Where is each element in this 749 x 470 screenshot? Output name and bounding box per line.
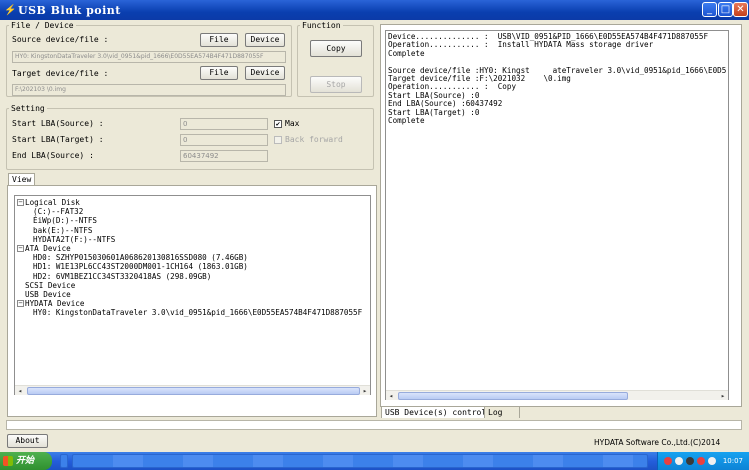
tree-category[interactable]: Logical Disk [25,198,80,207]
tray-icon-3[interactable] [686,457,694,465]
start-lba-source-label: Start LBA(Source) : [12,119,104,128]
stop-button[interactable]: Stop [310,76,362,93]
log-line: Operation........... : Install HYDATA Ma… [388,40,654,50]
source-file-button[interactable]: File [200,33,238,47]
title-bar: ⚡ USB Bluk point [0,0,749,20]
scroll-thumb[interactable] [27,387,360,395]
source-device-field[interactable]: HY0: KingstonDataTraveler 3.0\vid_0951&p… [12,51,286,63]
close-button[interactable]: ✕ [733,2,748,17]
tree-category[interactable]: SCSI Device [25,281,75,290]
clock: 10:07 [722,457,743,465]
tree-item[interactable]: HY0: KingstonDataTraveler 3.0\vid_0951&p… [33,308,362,317]
tree-item[interactable]: HYDATA2T(F:)--NTFS [33,235,115,244]
usb-app-icon: ⚡ [4,4,17,16]
tree-item[interactable]: HD0: SZHYP015030601A068620130816SSD080 (… [33,253,248,262]
tree-item[interactable]: bak(E:)--NTFS [33,226,92,235]
file-device-legend: File / Device [11,21,74,30]
end-lba-source-label: End LBA(Source) : [12,151,94,160]
log-line: Complete [388,116,425,125]
tab-view[interactable]: View [8,173,36,185]
windows-logo-icon [3,456,13,466]
system-tray: 10:07 [657,452,749,470]
source-device-button[interactable]: Device [245,33,285,47]
tree-expander-icon[interactable]: − [17,199,24,206]
setting-legend: Setting [11,104,45,113]
tree-expander-icon[interactable]: − [17,300,24,308]
target-file-button[interactable]: File [200,66,238,80]
back-forward-label: Back forward [285,135,343,144]
device-tree: − Logical Disk (C:)--FAT32 ÈiWp(D:)--NTFS ba… [14,195,371,395]
source-device-label: Source device/file : [12,35,109,44]
log-scroll-thumb[interactable] [398,392,628,400]
window-title: USB Bluk point [18,3,121,17]
function-legend: Function [302,21,341,30]
scroll-left-icon[interactable]: ◂ [15,386,25,396]
quick-launch-icon[interactable] [60,454,68,468]
start-button[interactable]: 开始 [0,452,52,470]
tree-item[interactable]: HD1: W1E13PL6CC43ST2000DM001-1CH164 (186… [33,262,248,271]
tray-icon-2[interactable] [675,457,683,465]
start-lba-target-label: Start LBA(Target) : [12,135,104,144]
max-checkbox[interactable]: ✔ [274,120,282,128]
copy-button[interactable]: Copy [310,40,362,57]
about-button[interactable]: About [7,434,48,448]
tree-item[interactable]: ÈiWp(D:)--NTFS [33,216,97,225]
tree-category[interactable]: ATA Device [25,244,71,253]
tree-item[interactable]: (C:)--FAT32 [33,207,83,216]
tree-expander-icon[interactable]: − [17,245,24,252]
start-lba-target-field[interactable]: 0 [180,134,268,146]
tab-usb-device-control[interactable]: USB Device(s) control [381,406,491,418]
target-device-button[interactable]: Device [245,66,285,80]
log-scroll-left-icon[interactable]: ◂ [386,391,396,401]
tray-icon-4[interactable] [697,457,705,465]
app-window: ⚡ USB Bluk point _ □ ✕ File / Device Sou… [0,0,749,452]
copyright-text: HYDATA Software Co.,Ltd.(C)2014 [594,438,721,447]
taskbar: 开始 10:07 [0,452,749,470]
start-label: 开始 [16,456,35,466]
log-scroll-right-icon[interactable]: ▸ [718,391,728,401]
tray-icon-1[interactable] [664,457,672,465]
end-lba-source-field[interactable]: 60437492 [180,150,268,162]
tab-log[interactable]: Log [484,406,520,418]
scroll-right-icon[interactable]: ▸ [360,386,370,396]
tree-category[interactable]: USB Device [25,290,71,299]
max-label: Max [285,119,300,128]
tree-horizontal-scrollbar[interactable]: ◂ ▸ [15,385,370,395]
log-horizontal-scrollbar[interactable]: ◂ ▸ [386,390,728,400]
tree-category[interactable]: HYDATA Device [25,299,84,308]
target-device-label: Target device/file : [12,69,109,78]
taskbar-items[interactable] [72,454,648,468]
back-forward-checkbox[interactable] [274,136,282,144]
start-lba-source-field[interactable]: 0 [180,118,268,130]
minimize-button[interactable]: _ [702,2,717,17]
log-textbox[interactable]: Device.............. : USB\VID_0951&PID_… [385,30,729,400]
tray-icon-5[interactable] [708,457,716,465]
progress-bar [6,420,742,430]
log-line: End LBA(Source) :60437492 [388,99,503,109]
log-line: Complete [388,48,425,58]
maximize-button[interactable]: □ [718,2,733,17]
tree-item[interactable]: HD2: 6VM1BEZ1CC34ST3320418AS (298.09GB) [33,272,211,281]
target-device-field[interactable]: F:\202103 \0.img [12,84,286,96]
